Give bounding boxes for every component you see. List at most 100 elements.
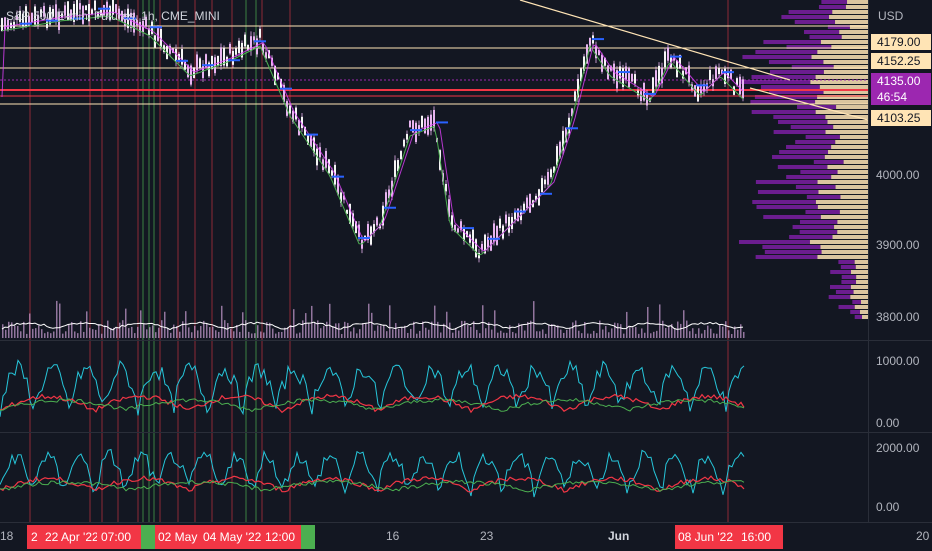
candle-body <box>742 79 744 99</box>
pane3-axis-label: 0.00 <box>876 500 900 514</box>
volume-bar <box>275 333 277 338</box>
profile-bar <box>828 150 868 154</box>
candle-body <box>424 118 426 134</box>
volume-bar <box>704 329 706 338</box>
volume-bar <box>50 333 52 338</box>
volume-bar <box>26 333 28 338</box>
volume-bar <box>2 324 4 338</box>
profile-bar <box>836 105 868 109</box>
volume-bar <box>380 325 382 338</box>
symbol-title[interactable]: S&P 500 E-mini Futures, 1h, CME_MINI <box>6 9 220 23</box>
volume-bar <box>623 333 625 338</box>
profile-bar <box>840 195 868 199</box>
volume-bar <box>587 333 589 338</box>
volume-bar <box>428 329 430 338</box>
volume-bar <box>548 324 550 338</box>
volume-bar <box>590 333 592 338</box>
pane-separator[interactable] <box>0 432 932 433</box>
profile-bar <box>805 210 840 214</box>
candle-body <box>298 119 300 135</box>
profile-bar <box>810 80 868 84</box>
time-axis[interactable]: 18 16 23 Jun 20 2 22 Apr '22 07:00 02 Ma… <box>0 522 932 551</box>
level-tag-4103: 4103.25 <box>871 110 931 126</box>
profile-bar <box>817 255 868 259</box>
volume-bar <box>221 305 223 338</box>
candle-body <box>547 172 549 185</box>
volume-bar <box>77 333 79 338</box>
profile-bar <box>788 10 833 14</box>
profile-bar <box>841 280 857 284</box>
volume-bar <box>179 331 181 338</box>
candle-body <box>667 47 669 61</box>
candle-body <box>445 183 447 192</box>
volume-bar <box>494 310 496 338</box>
profile-bar <box>815 200 868 204</box>
candle-body <box>709 69 711 80</box>
volume-bar <box>368 303 370 338</box>
volume-bar <box>674 328 676 338</box>
volume-bar <box>650 333 652 338</box>
profile-bar <box>768 60 824 64</box>
candle-body <box>664 51 666 68</box>
volume-bar <box>500 330 502 338</box>
profile-bar <box>820 215 868 219</box>
candle-body <box>193 67 195 79</box>
profile-bar <box>850 310 861 314</box>
volume-bar <box>434 305 436 338</box>
profile-bar <box>854 315 863 319</box>
volume-bar <box>452 332 454 338</box>
volume-bar <box>626 311 628 338</box>
volume-bar <box>206 323 208 338</box>
volume-bar <box>410 328 412 338</box>
volume-bar <box>620 324 622 338</box>
price-label: 4000.00 <box>876 168 920 182</box>
candle-body <box>403 139 405 147</box>
candle-body <box>217 55 219 67</box>
chart-canvas[interactable] <box>0 0 932 550</box>
volume-bar <box>263 332 265 338</box>
profile-bar <box>815 75 868 79</box>
volume-bar <box>701 333 703 338</box>
volume-bar <box>554 326 556 338</box>
candle-body <box>214 57 216 74</box>
candle-body <box>499 218 501 229</box>
profile-bar <box>792 225 835 229</box>
volume-bar <box>347 322 349 338</box>
volume-bar <box>47 331 49 338</box>
volume-bar <box>314 322 316 338</box>
profile-bar <box>781 15 830 19</box>
candle-body <box>652 77 654 94</box>
volume-bar <box>197 330 199 338</box>
volume-bar <box>563 332 565 338</box>
candle-body <box>406 133 408 140</box>
candle-body <box>634 74 636 84</box>
candle-body <box>472 229 474 249</box>
volume-bar <box>659 304 661 338</box>
pane-separator[interactable] <box>0 340 932 341</box>
volume-bar <box>293 309 295 338</box>
candle-body <box>253 36 255 41</box>
currency-label[interactable]: USD <box>878 9 903 23</box>
volume-bar <box>374 330 376 338</box>
profile-bar <box>829 15 868 19</box>
volume-bar <box>713 333 715 338</box>
volume-bar <box>515 333 517 338</box>
candle-body <box>1 18 3 32</box>
volume-bar <box>440 332 442 338</box>
volume-bar <box>566 329 568 338</box>
profile-bar <box>813 160 844 164</box>
volume-bar <box>35 328 37 338</box>
volume-bar <box>362 323 364 338</box>
volume-bar <box>476 329 478 338</box>
volume-bar <box>446 311 448 338</box>
candle-body <box>238 40 240 54</box>
volume-bar <box>233 331 235 338</box>
volume-bar <box>710 328 712 338</box>
volume-bar <box>644 332 646 338</box>
profile-bar <box>847 0 868 4</box>
candle-body <box>496 226 498 245</box>
time-label: 18 <box>0 529 14 543</box>
profile-bar <box>790 125 834 129</box>
profile-bar <box>840 265 856 269</box>
volume-bar <box>65 331 67 338</box>
